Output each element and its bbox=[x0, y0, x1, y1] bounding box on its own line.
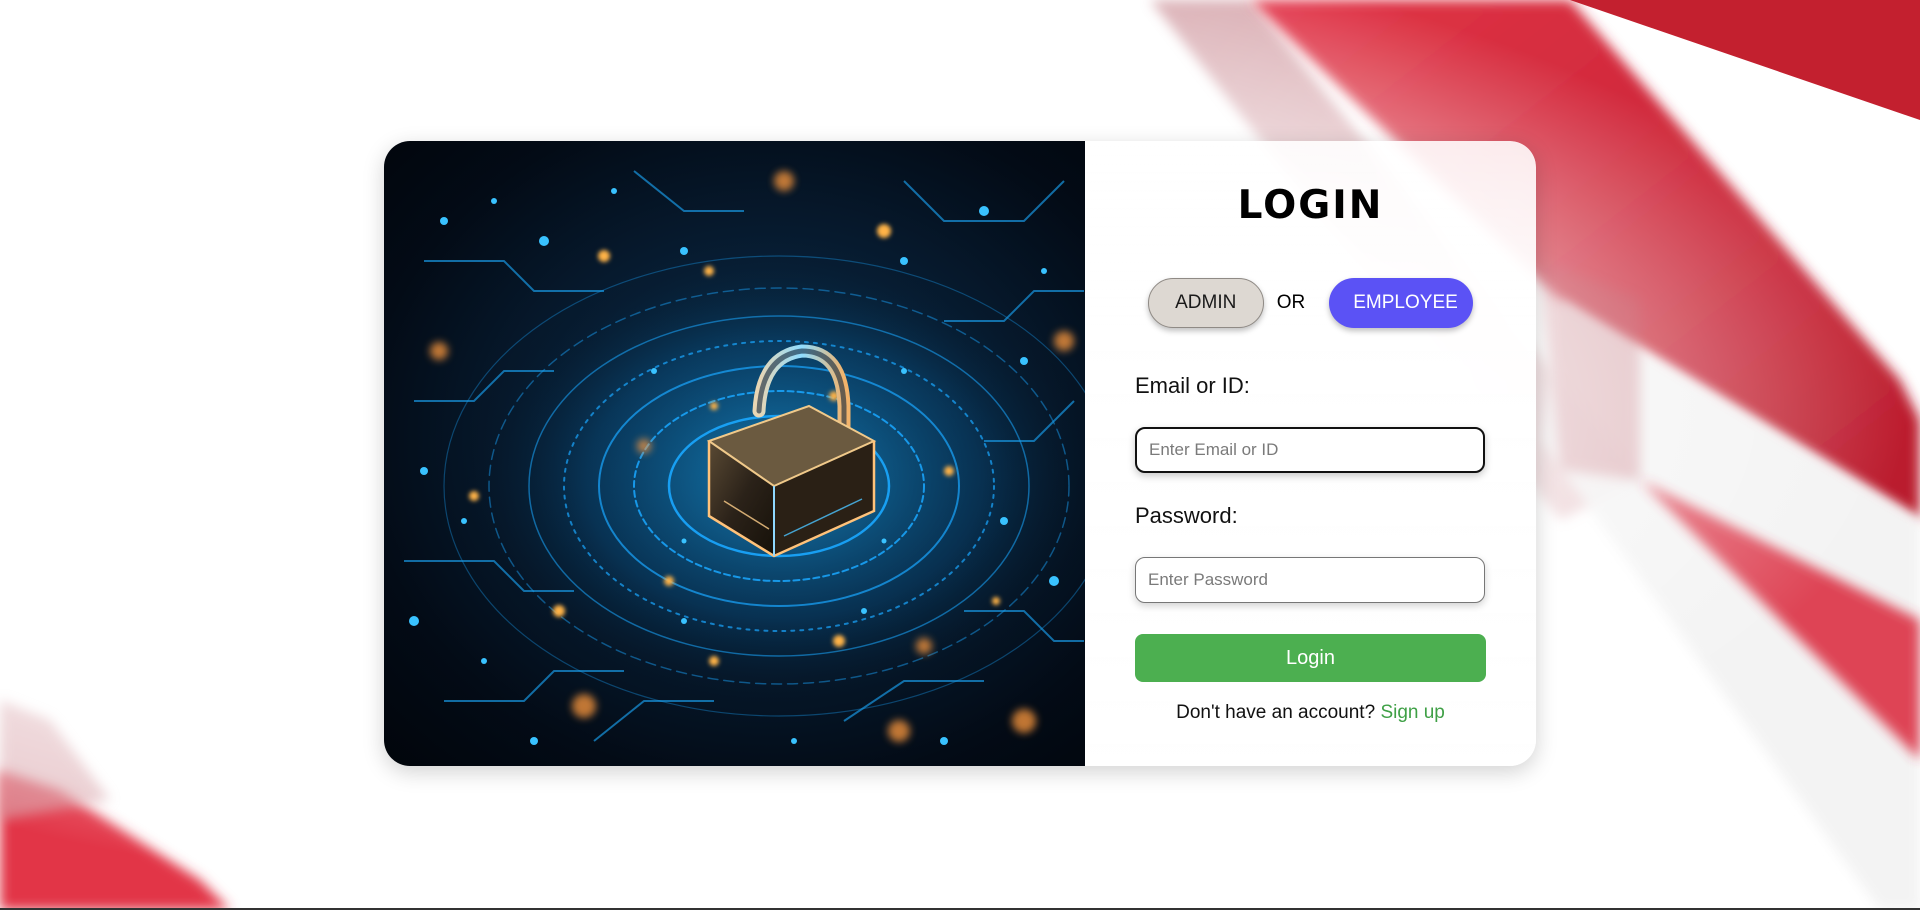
login-card: LOGIN ADMIN OR EMPLOYEE Email or ID: Pas… bbox=[384, 141, 1536, 766]
email-label: Email or ID: bbox=[1135, 373, 1250, 398]
signup-link[interactable]: Sign up bbox=[1380, 702, 1444, 723]
role-or-label: OR bbox=[1276, 292, 1306, 313]
login-panel: LOGIN ADMIN OR EMPLOYEE Email or ID: Pas… bbox=[1085, 141, 1536, 766]
signup-prompt: Don't have an account? Sign up bbox=[1085, 702, 1536, 724]
password-label: Password: bbox=[1135, 503, 1238, 528]
employee-role-button[interactable]: EMPLOYEE bbox=[1329, 278, 1474, 328]
email-field[interactable] bbox=[1135, 427, 1485, 473]
page-title: LOGIN bbox=[1237, 183, 1384, 228]
padlock-icon bbox=[404, 170, 1085, 745]
signup-prompt-text: Don't have an account? bbox=[1176, 702, 1381, 723]
admin-role-button[interactable]: ADMIN bbox=[1147, 278, 1264, 328]
hero-image bbox=[384, 141, 1085, 766]
role-selector: ADMIN OR EMPLOYEE bbox=[1085, 278, 1536, 328]
password-field[interactable] bbox=[1135, 557, 1485, 603]
login-button[interactable]: Login bbox=[1135, 634, 1486, 682]
